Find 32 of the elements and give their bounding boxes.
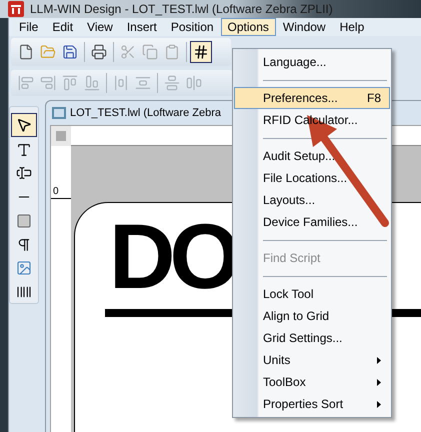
menu-item[interactable]: Options: [220, 18, 276, 36]
menu-option[interactable]: Preferences... F8: [234, 87, 390, 109]
menu-option[interactable]: Audit Setup...: [234, 145, 390, 167]
menu-option[interactable]: Device Families...: [234, 211, 390, 233]
menu-item[interactable]: File: [12, 18, 46, 36]
menu-option[interactable]: Language...: [234, 51, 390, 73]
menu-option[interactable]: Properties Sort: [234, 393, 390, 415]
app-logo-icon: [8, 1, 24, 17]
menu-item[interactable]: Help: [332, 18, 372, 36]
menu-option[interactable]: File Locations...: [234, 167, 390, 189]
document-icon: [52, 107, 66, 119]
menu-item[interactable]: Window: [276, 18, 333, 36]
menu-option[interactable]: Grid Settings...: [234, 327, 390, 349]
menu-option[interactable]: Lock Tool: [234, 283, 390, 305]
menu-option[interactable]: ToolBox: [234, 371, 390, 393]
menu-option[interactable]: Align to Grid: [234, 305, 390, 327]
menu-option[interactable]: Layouts...: [234, 189, 390, 211]
menu-item[interactable]: Insert: [120, 18, 164, 36]
menu-item[interactable]: Edit: [45, 18, 80, 36]
menu-item[interactable]: View: [80, 18, 120, 36]
grid-button[interactable]: [190, 41, 212, 63]
label-text: DO: [109, 217, 235, 297]
grid-icon: [193, 44, 209, 60]
submenu-arrow-icon: [377, 400, 381, 408]
pointer-icon: [16, 116, 32, 133]
window-title: LLM-WIN Design - LOT_TEST.lwl (Loftware Zebra ZPLII): [30, 1, 333, 18]
pointer-tool[interactable]: [11, 113, 37, 137]
document-title: LOT_TEST.lwl (Loftware Zebra: [70, 106, 221, 121]
menu-item[interactable]: Position: [164, 18, 221, 36]
submenu-arrow-icon: [377, 356, 381, 364]
submenu-arrow-icon: [377, 378, 381, 386]
menu-option[interactable]: Units: [234, 349, 390, 371]
